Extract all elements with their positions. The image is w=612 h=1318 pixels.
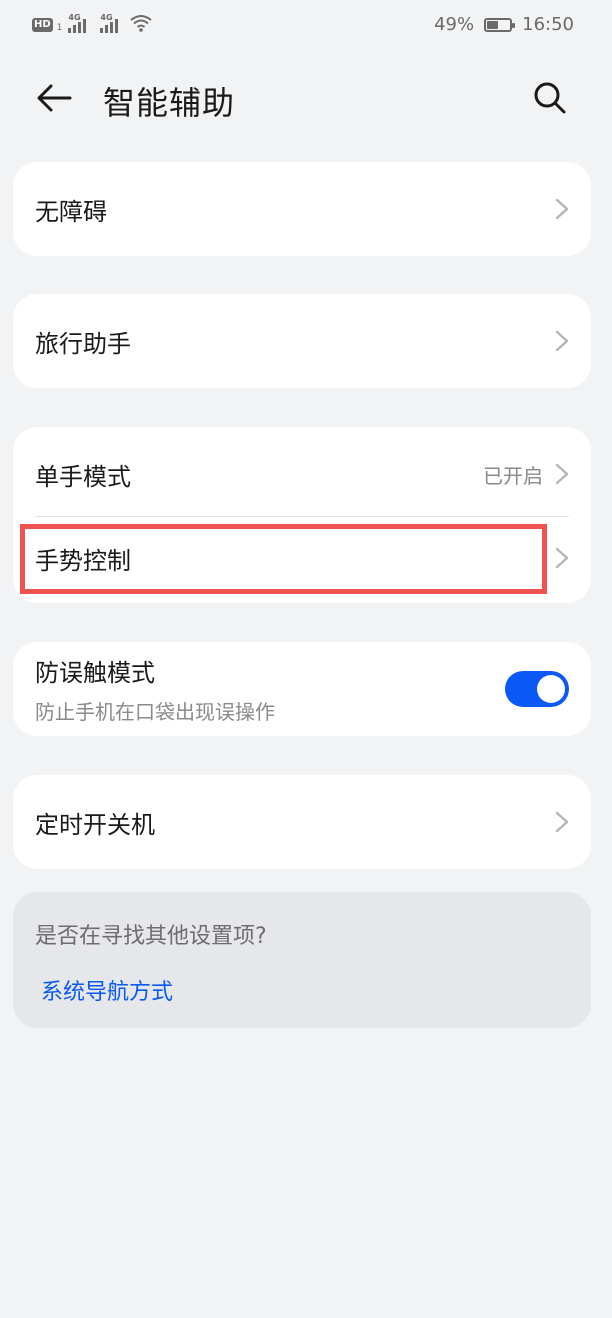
travel-assistant-card: 旅行助手 [13, 294, 591, 388]
network-type-label: 4G [68, 13, 81, 22]
item-label: 单手模式 [35, 462, 131, 491]
accidental-touch-card: 防误触模式 防止手机在口袋出现误操作 [13, 642, 591, 736]
status-bar-left: HD 1 4G 4G [32, 13, 153, 36]
accidental-touch-item: 防误触模式 防止手机在口袋出现误操作 [13, 642, 591, 736]
scheduled-power-item[interactable]: 定时开关机 [13, 775, 591, 869]
hd-badge: HD [32, 18, 53, 32]
app-header: 智能辅助 [0, 64, 612, 136]
suggestion-card: 是否在寻找其他设置项? 系统导航方式 [13, 892, 591, 1028]
signal-icon: 4G [100, 13, 119, 33]
chevron-right-icon [555, 811, 569, 833]
battery-fill [487, 20, 499, 29]
chevron-right-icon [555, 463, 569, 485]
item-label: 旅行助手 [35, 329, 131, 358]
suggestion-title: 是否在寻找其他设置项? [35, 924, 267, 949]
search-button[interactable] [528, 78, 572, 122]
toggle-knob [537, 675, 565, 703]
accessibility-item[interactable]: 无障碍 [13, 162, 591, 256]
item-label: 手势控制 [35, 546, 131, 575]
status-bar: HD 1 4G 4G 49% 16:50 [0, 0, 612, 52]
travel-assistant-item[interactable]: 旅行助手 [13, 294, 591, 388]
one-hand-mode-item[interactable]: 单手模式 已开启 [13, 427, 591, 521]
item-label: 无障碍 [35, 197, 107, 226]
status-bar-right: 49% 16:50 [434, 14, 574, 35]
chevron-right-icon [555, 330, 569, 352]
system-navigation-link[interactable]: 系统导航方式 [41, 974, 173, 1006]
signal-icon: 4G [68, 13, 87, 33]
back-button[interactable] [30, 80, 78, 120]
sim-number: 1 [56, 23, 63, 33]
scheduled-power-card: 定时开关机 [13, 775, 591, 869]
search-icon [533, 81, 567, 119]
mode-group-card: 单手模式 已开启 手势控制 [13, 427, 591, 603]
status-value: 已开启 [483, 463, 543, 488]
item-label: 防误触模式 [35, 659, 155, 687]
battery-icon [484, 17, 516, 32]
item-description: 防止手机在口袋出现误操作 [35, 700, 275, 724]
accessibility-card: 无障碍 [13, 162, 591, 256]
gesture-control-item[interactable]: 手势控制 [13, 517, 591, 599]
clock: 16:50 [522, 14, 574, 35]
chevron-right-icon [555, 198, 569, 220]
item-text-group: 防误触模式 防止手机在口袋出现误操作 [35, 653, 505, 725]
network-type-label: 4G [100, 13, 113, 22]
page-title: 智能辅助 [103, 84, 236, 122]
chevron-right-icon [555, 547, 569, 569]
wifi-icon [130, 14, 153, 36]
accidental-touch-toggle[interactable] [505, 671, 569, 707]
arrow-left-icon [36, 84, 72, 116]
battery-percentage: 49% [434, 14, 475, 35]
item-label: 定时开关机 [35, 810, 155, 839]
